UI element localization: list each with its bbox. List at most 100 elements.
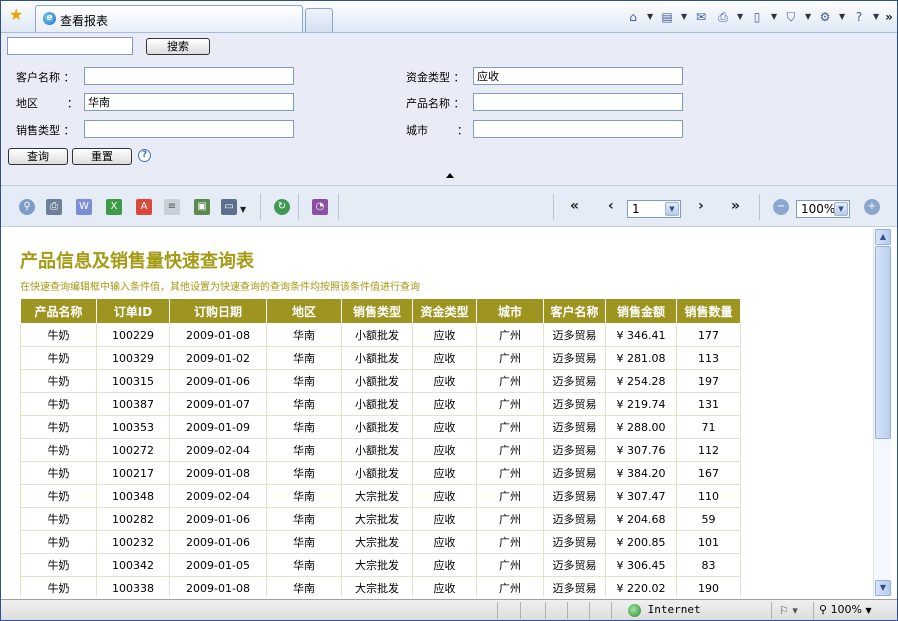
- globe-icon: [628, 603, 641, 617]
- chevron-down-icon[interactable]: ▼: [681, 9, 687, 25]
- chevron-down-icon[interactable]: ▼: [805, 9, 811, 25]
- chevron-down-icon[interactable]: ▼: [771, 9, 777, 25]
- reset-button[interactable]: 重置: [72, 148, 132, 165]
- table-cell: 广州: [476, 576, 544, 597]
- table-cell: 华南: [266, 392, 342, 416]
- column-header: 订单ID: [96, 298, 170, 324]
- table-cell: 牛奶: [20, 323, 97, 347]
- last-page-button[interactable]: »: [731, 198, 740, 214]
- city-label: 城市: [406, 124, 428, 137]
- chevron-down-icon[interactable]: ▼: [647, 9, 653, 25]
- column-header: 销售类型: [341, 298, 413, 324]
- table-cell: 应收: [412, 346, 477, 370]
- zoom-level[interactable]: ⚲ 100% ▼: [819, 603, 872, 616]
- report-subtitle: 在快速查询编辑框中输入条件值，其他设置为快速查询的查询条件均按照该条件值进行查询: [20, 282, 420, 293]
- sales-type-input[interactable]: [84, 120, 294, 138]
- safety-icon[interactable]: ⛉: [783, 9, 799, 25]
- export-pdf-icon[interactable]: A: [136, 199, 152, 215]
- refresh-icon[interactable]: ↻: [274, 199, 290, 215]
- table-cell: 2009-01-05: [169, 553, 267, 577]
- export-image-icon[interactable]: ▣: [194, 199, 210, 215]
- table-row: 牛奶 100338 2009-01-08 华南 大宗批发 应收 广州 迈多贸易 ¥ 220.02…: [20, 576, 741, 597]
- favorites-star-icon[interactable]: ★: [9, 7, 23, 23]
- table-cell: 大宗批发: [341, 553, 413, 577]
- table-cell: 迈多贸易: [543, 323, 606, 347]
- table-cell: ¥ 254.28: [605, 369, 677, 393]
- scroll-up-arrow-icon[interactable]: ▲: [875, 229, 891, 245]
- rss-icon[interactable]: ◔: [312, 199, 328, 215]
- table-cell: 应收: [412, 530, 477, 554]
- table-cell: 100232: [96, 530, 170, 554]
- toolbar-separator: [260, 194, 261, 220]
- table-cell: ¥ 220.02: [605, 576, 677, 597]
- protected-mode-icon[interactable]: ⚐ ▾: [779, 604, 798, 617]
- region-input[interactable]: [84, 93, 294, 111]
- table-cell: 小额批发: [341, 461, 413, 485]
- export-excel-icon[interactable]: X: [106, 199, 122, 215]
- zoom-in-icon[interactable]: +: [864, 199, 880, 215]
- vertical-scrollbar[interactable]: ▲ ▼: [873, 228, 891, 597]
- help-icon[interactable]: ?: [851, 9, 867, 25]
- print-icon[interactable]: ⎙: [46, 199, 62, 215]
- query-button[interactable]: 查询: [8, 148, 68, 165]
- table-cell: 101: [676, 530, 741, 554]
- region-colon: ：: [67, 97, 78, 110]
- chevron-down-icon[interactable]: ▼: [873, 9, 879, 25]
- table-row: 牛奶 100217 2009-01-08 华南 小额批发 应收 广州 迈多贸易 ¥ 384.20…: [20, 461, 741, 485]
- product-name-input[interactable]: [473, 93, 683, 111]
- chevron-down-icon[interactable]: ▼: [839, 9, 845, 25]
- chevron-down-icon[interactable]: ▼: [737, 9, 743, 25]
- customer-name-input[interactable]: [84, 67, 294, 85]
- export-word-icon[interactable]: W: [76, 199, 92, 215]
- table-cell: 100387: [96, 392, 170, 416]
- chevron-down-icon[interactable]: ▼: [665, 202, 679, 216]
- table-cell: 华南: [266, 553, 342, 577]
- status-divider: [771, 602, 772, 619]
- export-text-icon[interactable]: ≡: [164, 199, 180, 215]
- chevron-down-icon[interactable]: ▼: [834, 202, 848, 216]
- table-cell: 牛奶: [20, 415, 97, 439]
- chevron-down-icon[interactable]: ▼: [240, 202, 246, 218]
- new-tab-button[interactable]: [305, 8, 333, 32]
- home-icon[interactable]: ⌂: [625, 9, 641, 25]
- city-input[interactable]: [473, 120, 683, 138]
- report-title: 产品信息及销售量快速查询表: [20, 251, 254, 272]
- status-divider: [520, 602, 521, 619]
- page-icon[interactable]: ▯: [749, 9, 765, 25]
- mail-icon[interactable]: ✉: [693, 9, 709, 25]
- export-menu-icon[interactable]: ▭: [221, 199, 237, 215]
- table-cell: ¥ 219.74: [605, 392, 677, 416]
- table-cell: 大宗批发: [341, 507, 413, 531]
- page-number-select[interactable]: 1 ▼: [627, 200, 681, 218]
- zoom-magnifier-icon: ⚲: [819, 603, 828, 616]
- help-circle-icon[interactable]: ?: [138, 149, 151, 162]
- tools-icon[interactable]: ⚙: [817, 9, 833, 25]
- zoom-select[interactable]: 100% ▼: [796, 200, 850, 218]
- table-row: 牛奶 100282 2009-01-06 华南 大宗批发 应收 广州 迈多贸易 ¥ 204.68…: [20, 507, 741, 531]
- search-button[interactable]: 搜索: [146, 38, 210, 55]
- table-row: 牛奶 100387 2009-01-07 华南 小额批发 应收 广州 迈多贸易 ¥ 219.74…: [20, 392, 741, 416]
- next-page-button[interactable]: ›: [698, 198, 704, 214]
- table-cell: ¥ 307.47: [605, 484, 677, 508]
- more-chevron-icon[interactable]: »: [885, 9, 893, 25]
- browser-tab[interactable]: e 查看报表: [35, 5, 303, 32]
- collapse-arrow-icon[interactable]: [446, 173, 454, 178]
- first-page-button[interactable]: «: [570, 198, 579, 214]
- print-icon[interactable]: ⎙: [715, 9, 731, 25]
- status-divider: [545, 602, 546, 619]
- customer-name-label: 客户名称 ：: [16, 71, 75, 84]
- find-icon[interactable]: ⚲: [19, 199, 35, 215]
- scroll-thumb[interactable]: [875, 246, 891, 439]
- table-cell: 广州: [476, 461, 544, 485]
- table-cell: 牛奶: [20, 438, 97, 462]
- fund-type-input[interactable]: [473, 67, 683, 85]
- table-cell: 华南: [266, 484, 342, 508]
- status-divider: [813, 602, 814, 619]
- scroll-down-arrow-icon[interactable]: ▼: [875, 580, 891, 596]
- table-cell: 应收: [412, 484, 477, 508]
- feeds-icon[interactable]: ▤: [659, 9, 675, 25]
- prev-page-button[interactable]: ‹: [608, 198, 614, 214]
- quick-search-input[interactable]: [7, 37, 133, 55]
- zoom-out-icon[interactable]: −: [773, 199, 789, 215]
- table-cell: 广州: [476, 346, 544, 370]
